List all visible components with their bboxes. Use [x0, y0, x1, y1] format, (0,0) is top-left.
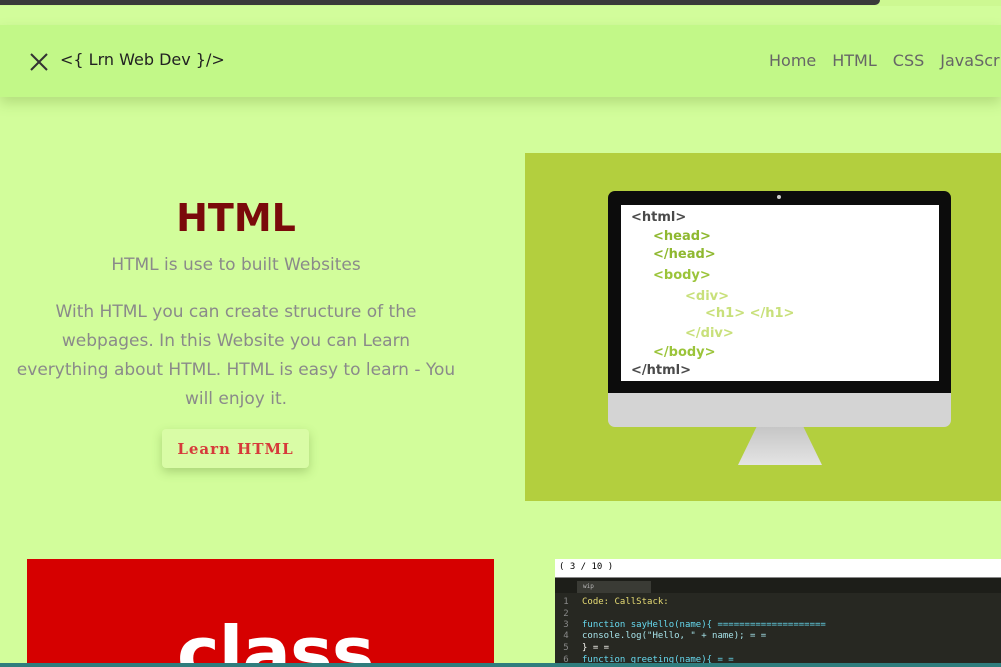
monitor-frame: <html> <head> </head> <body> <div> <h1> … — [608, 191, 951, 393]
hero-subtitle: HTML is use to built Websites — [111, 255, 361, 275]
nav-link-javascript[interactable]: JavaScr — [940, 51, 999, 70]
code-text: } = = — [582, 643, 610, 653]
editor-tabs: wip — [555, 578, 1001, 593]
line-number: 3 — [563, 620, 569, 630]
code-text: Code: CallStack: — [582, 597, 669, 607]
line-number: 5 — [563, 643, 569, 653]
bottom-strip — [0, 663, 1001, 667]
brand-logo[interactable]: <{ Lrn Web Dev }/> — [60, 50, 225, 69]
code-line: </head> — [653, 247, 716, 262]
monitor-stand — [738, 427, 822, 465]
monitor-camera — [777, 195, 781, 199]
navbar: <{ Lrn Web Dev }/> Home HTML CSS JavaScr — [0, 25, 1001, 97]
monitor-screen: <html> <head> </head> <body> <div> <h1> … — [621, 205, 939, 381]
browser-top-dark-bar — [0, 0, 880, 5]
editor-tab: wip — [577, 581, 651, 593]
learn-html-button[interactable]: Learn HTML — [162, 429, 309, 468]
hero-description: With HTML you can create structure of th… — [16, 302, 456, 409]
code-text: console.log("Hello, " + name); = = — [582, 631, 767, 641]
nav-link-home[interactable]: Home — [769, 51, 816, 70]
browser-top-strip — [0, 0, 1001, 6]
close-icon[interactable] — [28, 51, 50, 73]
code-line: <body> — [653, 268, 711, 283]
line-number: 2 — [563, 609, 569, 619]
html-monitor-illustration: <html> <head> </head> <body> <div> <h1> … — [525, 153, 1001, 501]
code-line: <h1> </h1> — [705, 306, 795, 321]
hero-title: HTML — [176, 196, 296, 240]
monitor-chin — [608, 393, 951, 427]
line-number: 1 — [563, 597, 569, 607]
code-editor-screenshot: ( 3 / 10 ) wip 1 Code: CallStack: 2 3 fu… — [555, 559, 1001, 667]
class-card-word: class — [177, 611, 375, 667]
nav-links: Home HTML CSS JavaScr — [769, 51, 1000, 70]
code-text: function sayHello(name){ ===============… — [582, 620, 826, 630]
editor-header: ( 3 / 10 ) — [555, 559, 1001, 578]
class-card-image: class — [27, 559, 494, 667]
code-line: <head> — [653, 229, 711, 244]
code-line: <html> — [631, 210, 687, 225]
nav-link-css[interactable]: CSS — [893, 51, 924, 70]
nav-link-html[interactable]: HTML — [832, 51, 877, 70]
line-number: 4 — [563, 631, 569, 641]
code-line: </body> — [653, 345, 716, 360]
code-line: </div> — [685, 326, 734, 341]
code-line: </html> — [631, 363, 692, 378]
code-line: <div> — [685, 289, 730, 304]
